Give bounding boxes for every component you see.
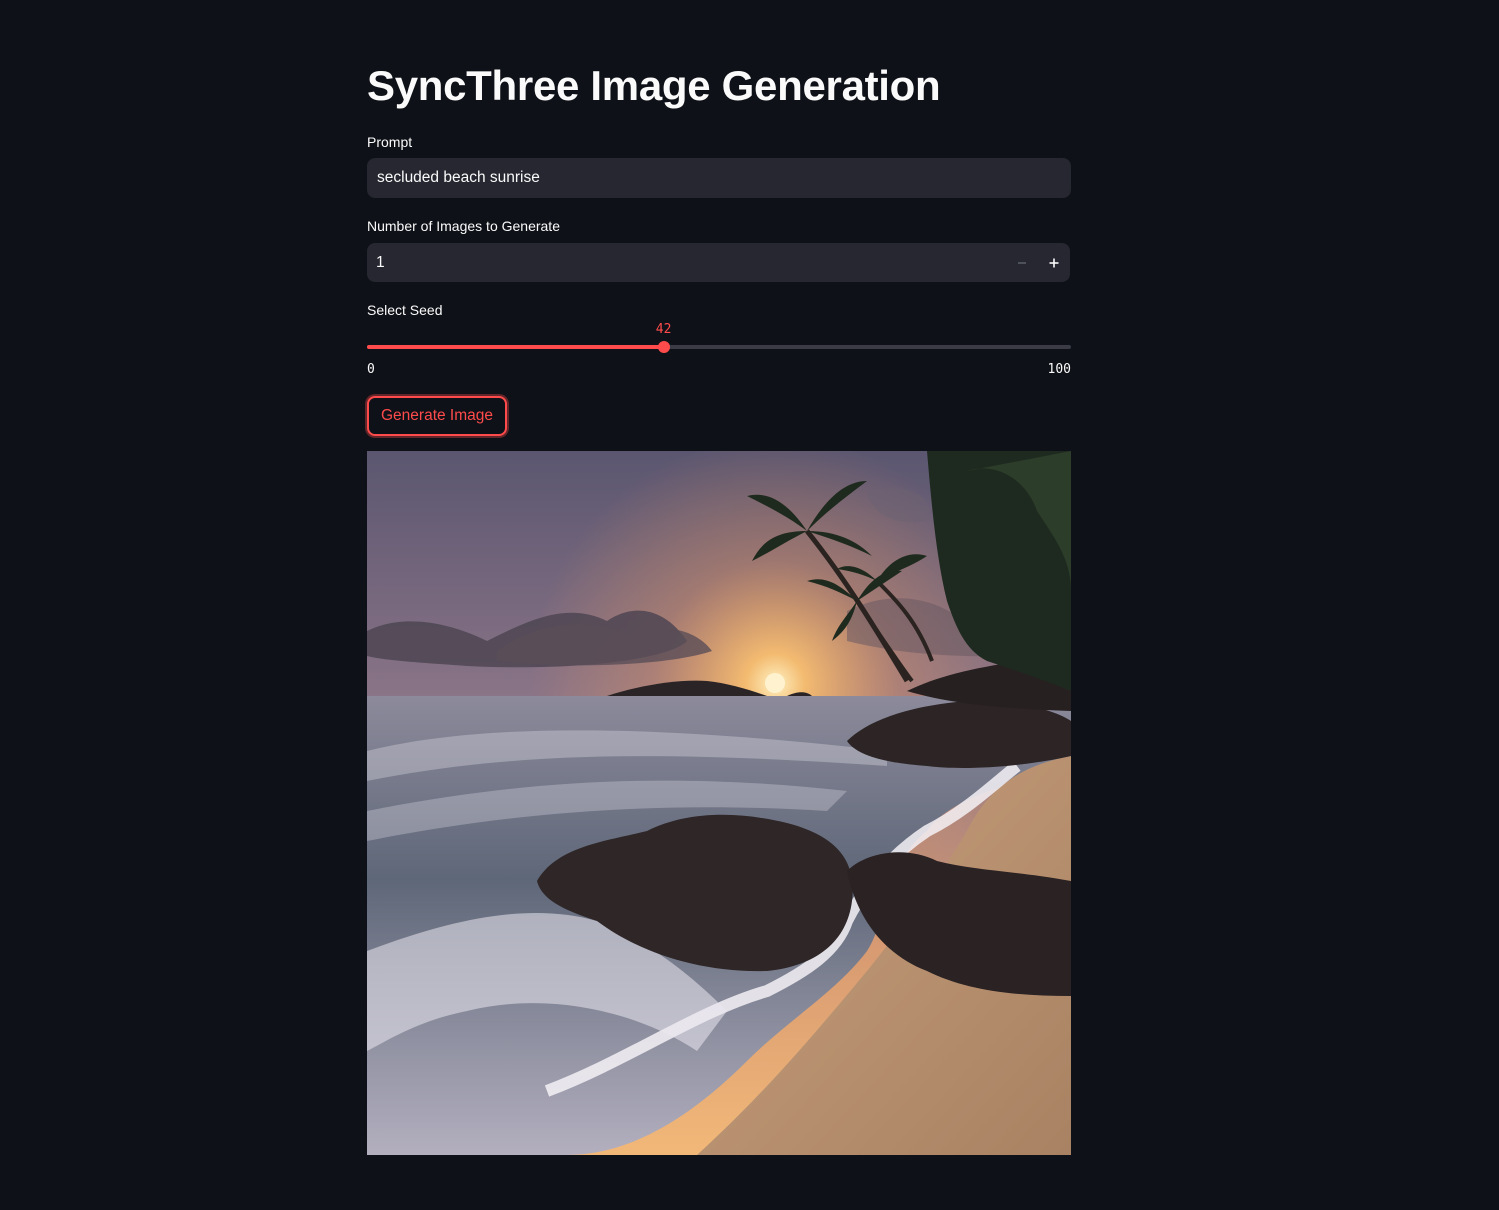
prompt-label: Prompt (367, 134, 413, 150)
generate-image-button[interactable]: Generate Image (367, 396, 508, 436)
increment-button[interactable] (1038, 243, 1070, 282)
decrement-button[interactable] (1006, 243, 1038, 282)
seed-slider-thumb[interactable] (657, 341, 670, 353)
seed-label: Select Seed (367, 302, 443, 318)
seed-slider-value: 42 (655, 322, 672, 337)
seed-slider-fill (367, 345, 664, 349)
seed-max-label: 100 (1047, 362, 1071, 377)
page-title: SyncThree Image Generation (367, 62, 941, 109)
num-images-label: Number of Images to Generate (367, 218, 560, 234)
prompt-input[interactable] (367, 158, 1071, 198)
generated-image (367, 451, 1071, 1155)
num-images-value[interactable]: 1 (367, 254, 1006, 272)
minus-icon (1018, 261, 1026, 264)
beach-sunrise-image (367, 451, 1071, 1155)
plus-icon (1049, 258, 1059, 267)
num-images-input[interactable]: 1 (367, 243, 1070, 282)
seed-slider[interactable] (367, 340, 1071, 354)
seed-min-label: 0 (367, 362, 375, 377)
